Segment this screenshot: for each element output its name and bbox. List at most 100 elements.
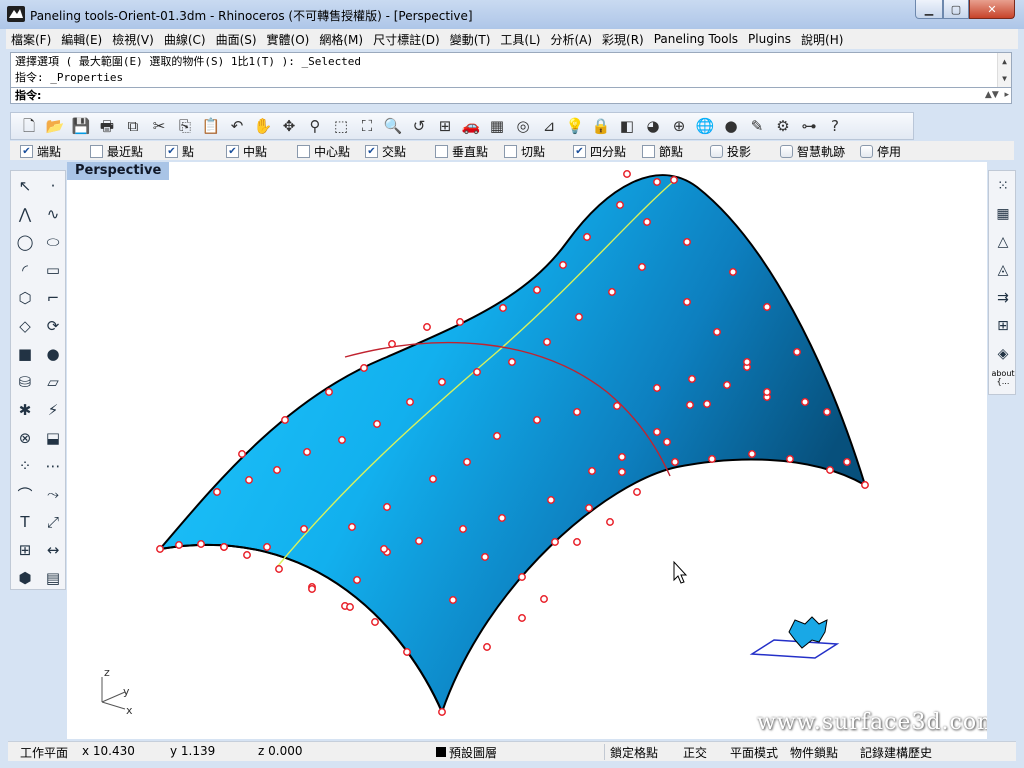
osnap-checkbox[interactable]	[642, 145, 655, 158]
lock-icon[interactable]: 🔒	[589, 114, 613, 138]
control-point[interactable]	[245, 476, 253, 484]
control-point[interactable]	[688, 375, 696, 383]
panel-cells-icon[interactable]: ⊞	[991, 314, 1015, 338]
open-folder-icon[interactable]: 📂	[43, 114, 67, 138]
solid-icon[interactable]: ⬢	[13, 566, 37, 590]
fillet-icon[interactable]: ⌒	[13, 482, 37, 506]
panel-shape-icon[interactable]: ◬	[991, 258, 1015, 282]
undo-view-icon[interactable]: ↺	[407, 114, 431, 138]
control-point[interactable]	[618, 468, 626, 476]
control-point[interactable]	[533, 286, 541, 294]
rectangle-icon[interactable]: ▭	[41, 258, 65, 282]
control-point[interactable]	[616, 201, 624, 209]
osnap-4[interactable]: 中心點	[297, 143, 350, 160]
control-point[interactable]	[643, 218, 651, 226]
menu-item[interactable]: 彩現(R)	[597, 31, 649, 48]
menu-item[interactable]: 分析(A)	[545, 31, 597, 48]
control-point[interactable]	[518, 573, 526, 581]
control-point[interactable]	[713, 328, 721, 336]
menu-item[interactable]: 編輯(E)	[56, 31, 107, 48]
control-point[interactable]	[360, 364, 368, 372]
control-point[interactable]	[686, 401, 694, 409]
control-point[interactable]	[683, 238, 691, 246]
control-point[interactable]	[156, 545, 164, 553]
minimize-button[interactable]: ▁	[915, 0, 943, 19]
control-point[interactable]	[243, 551, 251, 559]
zoom-selected-icon[interactable]: 🔍	[381, 114, 405, 138]
revolve-icon[interactable]: ⟳	[41, 314, 65, 338]
color-wheel-icon[interactable]: ◕	[641, 114, 665, 138]
help-icon[interactable]: ?	[823, 114, 847, 138]
mesh-points-icon[interactable]: ⁘	[13, 454, 37, 478]
control-point[interactable]	[653, 178, 661, 186]
control-point[interactable]	[653, 428, 661, 436]
menu-item[interactable]: 變動(T)	[445, 31, 496, 48]
box-icon[interactable]: ■	[13, 342, 37, 366]
osnap-checkbox[interactable]	[780, 145, 793, 158]
control-point[interactable]	[383, 503, 391, 511]
control-point[interactable]	[533, 416, 541, 424]
control-point[interactable]	[481, 553, 489, 561]
layer-icon[interactable]: ◧	[615, 114, 639, 138]
print-icon[interactable]: 🖶	[95, 114, 119, 138]
grid-toggle-icon[interactable]: ▦	[485, 114, 509, 138]
toggle-osnap[interactable]: 物件鎖點	[790, 744, 838, 761]
pen-icon[interactable]: ✎	[745, 114, 769, 138]
control-point[interactable]	[540, 595, 548, 603]
control-point[interactable]	[429, 475, 437, 483]
circle-icon[interactable]: ◯	[13, 230, 37, 254]
extrude-icon[interactable]: ⬓	[41, 426, 65, 450]
osnap-checkbox[interactable]: ✔	[365, 145, 378, 158]
control-point[interactable]	[175, 541, 183, 549]
command-spin-arrows[interactable]: ▲▼ ▸	[985, 88, 1009, 103]
control-point[interactable]	[438, 378, 446, 386]
osnap-10[interactable]: 投影	[710, 143, 751, 160]
control-point[interactable]	[559, 261, 567, 269]
menu-item[interactable]: 實體(O)	[262, 31, 315, 48]
control-point[interactable]	[608, 288, 616, 296]
polyline-icon[interactable]: ⋀	[13, 202, 37, 226]
control-point[interactable]	[373, 420, 381, 428]
control-point[interactable]	[575, 313, 583, 321]
control-point[interactable]	[843, 458, 851, 466]
control-point[interactable]	[415, 537, 423, 545]
control-point[interactable]	[623, 170, 631, 178]
menu-item[interactable]: 檔案(F)	[6, 31, 56, 48]
control-point[interactable]	[801, 398, 809, 406]
cplane-icon[interactable]: ⊿	[537, 114, 561, 138]
osnap-9[interactable]: 節點	[642, 143, 683, 160]
control-point[interactable]	[618, 453, 626, 461]
import-icon[interactable]: ⧉	[121, 114, 145, 138]
control-point[interactable]	[348, 523, 356, 531]
cut-icon[interactable]: ✂	[147, 114, 171, 138]
status-cplane[interactable]: 工作平面	[20, 744, 68, 761]
osnap-3[interactable]: ✔ 中點	[226, 143, 267, 160]
control-point[interactable]	[543, 338, 551, 346]
mesh-icon[interactable]: ⋯	[41, 454, 65, 478]
control-point[interactable]	[459, 525, 467, 533]
control-point[interactable]	[573, 408, 581, 416]
control-point[interactable]	[708, 455, 716, 463]
osnap-checkbox[interactable]: ✔	[573, 145, 586, 158]
control-point[interactable]	[518, 614, 526, 622]
panel-diamond-icon[interactable]: ◈	[991, 342, 1015, 366]
rhino-app-icon[interactable]	[7, 6, 25, 22]
osnap-8[interactable]: ✔ 四分點	[573, 143, 626, 160]
control-point[interactable]	[473, 368, 481, 376]
boolean-icon[interactable]: ⊗	[13, 426, 37, 450]
control-point[interactable]	[423, 323, 431, 331]
control-point[interactable]	[388, 340, 396, 348]
status-layer[interactable]: 預設圖層	[449, 744, 497, 761]
polygon-icon[interactable]: ⬡	[13, 286, 37, 310]
wireframe-icon[interactable]: ⊕	[667, 114, 691, 138]
control-point[interactable]	[613, 402, 621, 410]
close-button[interactable]: ✕	[969, 0, 1015, 19]
explode-icon[interactable]: ✱	[13, 398, 37, 422]
osnap-checkbox[interactable]: ✔	[165, 145, 178, 158]
command-history-scrollbar[interactable]: ▲ ▼	[997, 53, 1011, 87]
menu-item[interactable]: Paneling Tools	[649, 32, 743, 46]
select-arrow-icon[interactable]: ↖	[13, 174, 37, 198]
undo-icon[interactable]: ↶	[225, 114, 249, 138]
control-point[interactable]	[300, 525, 308, 533]
ellipse-icon[interactable]: ⬭	[41, 230, 65, 254]
